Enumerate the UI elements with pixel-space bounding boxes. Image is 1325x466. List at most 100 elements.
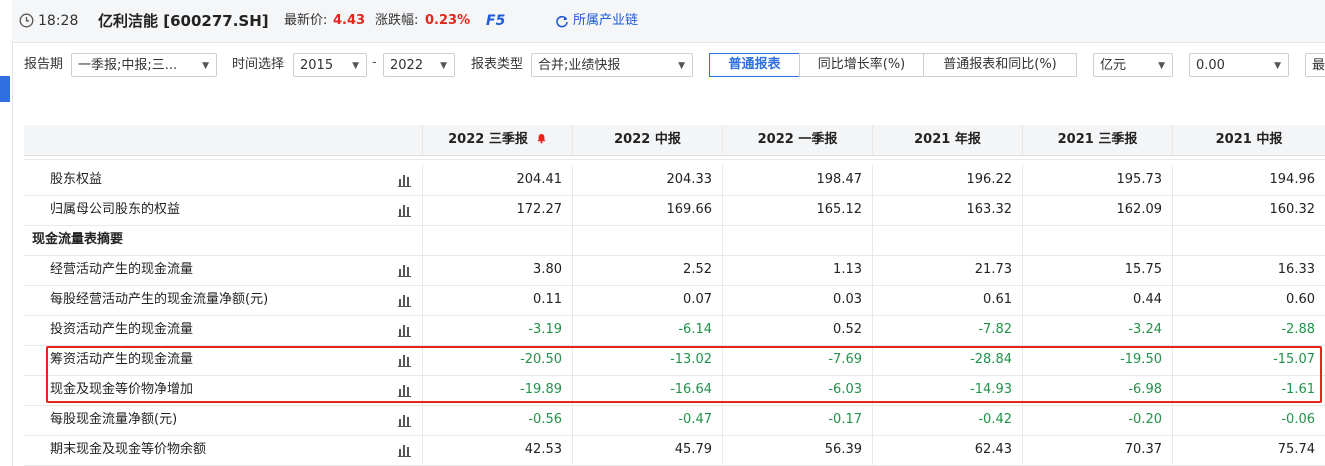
f5-button[interactable]: F5 [486, 0, 505, 42]
section-row: 现金流量表摘要 [24, 225, 1325, 256]
range-dash: - [372, 55, 377, 70]
value-cell: -0.56 [423, 405, 573, 435]
chevron-down-icon: ▼ [1158, 61, 1165, 71]
value-cell: 16.33 [1277, 262, 1315, 277]
report-type-select[interactable]: 合并;业绩快报 ▼ [531, 53, 693, 77]
more-select-value: 最 [1312, 58, 1325, 73]
tab-yoy-growth[interactable]: 同比增长率(%) [799, 53, 924, 77]
value-cell: -3.19 [423, 315, 573, 345]
bar-chart-icon[interactable] [398, 264, 411, 277]
change-label: 涨跌幅: [375, 13, 419, 28]
value-cell: 204.33 [573, 165, 723, 195]
value-cell: 165.12 [723, 195, 873, 225]
year-to-value: 2022 [390, 58, 424, 73]
year-from-value: 2015 [300, 58, 334, 73]
value-cell: 204.41 [423, 165, 573, 195]
column-header[interactable]: 2021 年报 [873, 125, 1023, 155]
value-cell: -0.06 [1281, 412, 1315, 427]
row-label-text: 每股经营活动产生的现金流量净额(元) [50, 292, 269, 307]
value-cell: 56.39 [723, 435, 873, 465]
bar-chart-icon[interactable] [398, 174, 411, 187]
decimal-value: 0.00 [1196, 58, 1225, 73]
row-label: 归属母公司股东的权益 [24, 195, 423, 225]
more-select[interactable]: 最 [1305, 53, 1325, 77]
value-cell: 172.27 [423, 195, 573, 225]
bar-chart-icon[interactable] [398, 444, 411, 457]
value-cell: 160.32 [1269, 202, 1316, 217]
value-cell [423, 225, 573, 255]
bar-chart-icon[interactable] [398, 414, 411, 427]
unit-value: 亿元 [1100, 58, 1127, 73]
sidebar-active-indicator [0, 76, 10, 102]
value-cell: 42.53 [423, 435, 573, 465]
value-cell: 62.43 [873, 435, 1023, 465]
price-value: 4.43 [333, 13, 366, 28]
column-header[interactable]: 2021 三季报 [1023, 125, 1173, 155]
period-select-value: 一季报;中报;三... [78, 58, 178, 73]
value-cell: 0.07 [573, 285, 723, 315]
value-cell: 0.52 [723, 315, 873, 345]
refresh-icon[interactable] [555, 0, 569, 42]
industry-chain-link[interactable]: 所属产业链 [573, 0, 638, 42]
year-to-select[interactable]: 2022 ▼ [383, 53, 455, 77]
value-cell: 0.03 [723, 285, 873, 315]
row-label-text: 每股现金流量净额(元) [50, 412, 178, 427]
value-cell: 163.32 [873, 195, 1023, 225]
period-select[interactable]: 一季报;中报;三... ▼ [71, 53, 217, 77]
row-label: 每股现金流量净额(元) [24, 405, 423, 435]
tab-normal-and-yoy[interactable]: 普通报表和同比(%) [923, 53, 1077, 77]
value-cell: 194.96 [1269, 172, 1316, 187]
stock-header: 18:28 亿利洁能 [600277.SH] 最新价: 4.43 涨跌幅: 0.… [12, 0, 1325, 43]
value-cell: 0.60 [1286, 292, 1315, 307]
time-label: 时间选择 [232, 57, 285, 72]
value-cell [723, 225, 873, 255]
chevron-down-icon: ▼ [678, 61, 685, 71]
value-cell [1023, 225, 1173, 255]
value-cell: 45.79 [573, 435, 723, 465]
table-row: 每股现金流量净额(元) -0.56 -0.47 -0.17 -0.42 -0.20 -0.0… [24, 405, 1325, 436]
row-label: 经营活动产生的现金流量 [24, 255, 423, 285]
row-label: 投资活动产生的现金流量 [24, 315, 423, 345]
value-cell: 21.73 [873, 255, 1023, 285]
row-label: 期末现金及现金等价物余额 [24, 435, 423, 465]
stock-title: 亿利洁能 [600277.SH] [98, 12, 269, 30]
value-cell: 1.13 [723, 255, 873, 285]
type-label: 报表类型 [471, 57, 524, 72]
column-header[interactable]: 2022 三季报 [423, 125, 573, 155]
row-label-text: 股东权益 [50, 172, 103, 187]
bar-chart-icon[interactable] [398, 294, 411, 307]
chevron-down-icon: ▼ [1274, 61, 1281, 71]
chevron-down-icon: ▼ [440, 61, 447, 71]
value-cell: 75.74 [1277, 442, 1315, 457]
table-header-row: 2022 三季报 2022 中报 2022 一季报 2021 年报 2021 三… [24, 125, 1325, 156]
value-cell: -7.82 [873, 315, 1023, 345]
value-cell: 195.73 [1023, 165, 1173, 195]
year-from-select[interactable]: 2015 ▼ [293, 53, 367, 77]
table-row: 每股经营活动产生的现金流量净额(元) 0.11 0.07 0.03 0.61 0.44 0.… [24, 285, 1325, 316]
unit-select[interactable]: 亿元 ▼ [1093, 53, 1173, 77]
row-label-text: 期末现金及现金等价物余额 [50, 442, 207, 457]
table-row: 经营活动产生的现金流量 3.80 2.52 1.13 21.73 15.75 16.33 [24, 255, 1325, 286]
bar-chart-icon[interactable] [398, 324, 411, 337]
value-cell: 3.80 [423, 255, 573, 285]
row-label-text: 经营活动产生的现金流量 [50, 262, 194, 277]
row-label: 每股经营活动产生的现金流量净额(元) [24, 285, 423, 315]
column-header[interactable]: 2021 中报 [1173, 125, 1325, 155]
value-cell [873, 225, 1023, 255]
value-cell: 70.37 [1023, 435, 1173, 465]
chevron-down-icon: ▼ [202, 61, 209, 71]
value-cell [573, 225, 723, 255]
table-row: 期末现金及现金等价物余额 42.53 45.79 56.39 62.43 70.37 75.… [24, 435, 1325, 466]
clock-icon [19, 0, 35, 42]
value-cell: 0.11 [423, 285, 573, 315]
tab-normal-report[interactable]: 普通报表 [709, 53, 800, 77]
column-header[interactable]: 2022 中报 [573, 125, 723, 155]
value-cell: 0.61 [873, 285, 1023, 315]
value-cell: 0.44 [1023, 285, 1173, 315]
value-cell: -6.14 [573, 315, 723, 345]
column-header[interactable]: 2022 一季报 [723, 125, 873, 155]
bar-chart-icon[interactable] [398, 204, 411, 217]
value-cell: 162.09 [1023, 195, 1173, 225]
decimal-select[interactable]: 0.00 ▼ [1189, 53, 1289, 77]
table-row: 投资活动产生的现金流量 -3.19 -6.14 0.52 -7.82 -3.24 -2.88 [24, 315, 1325, 346]
